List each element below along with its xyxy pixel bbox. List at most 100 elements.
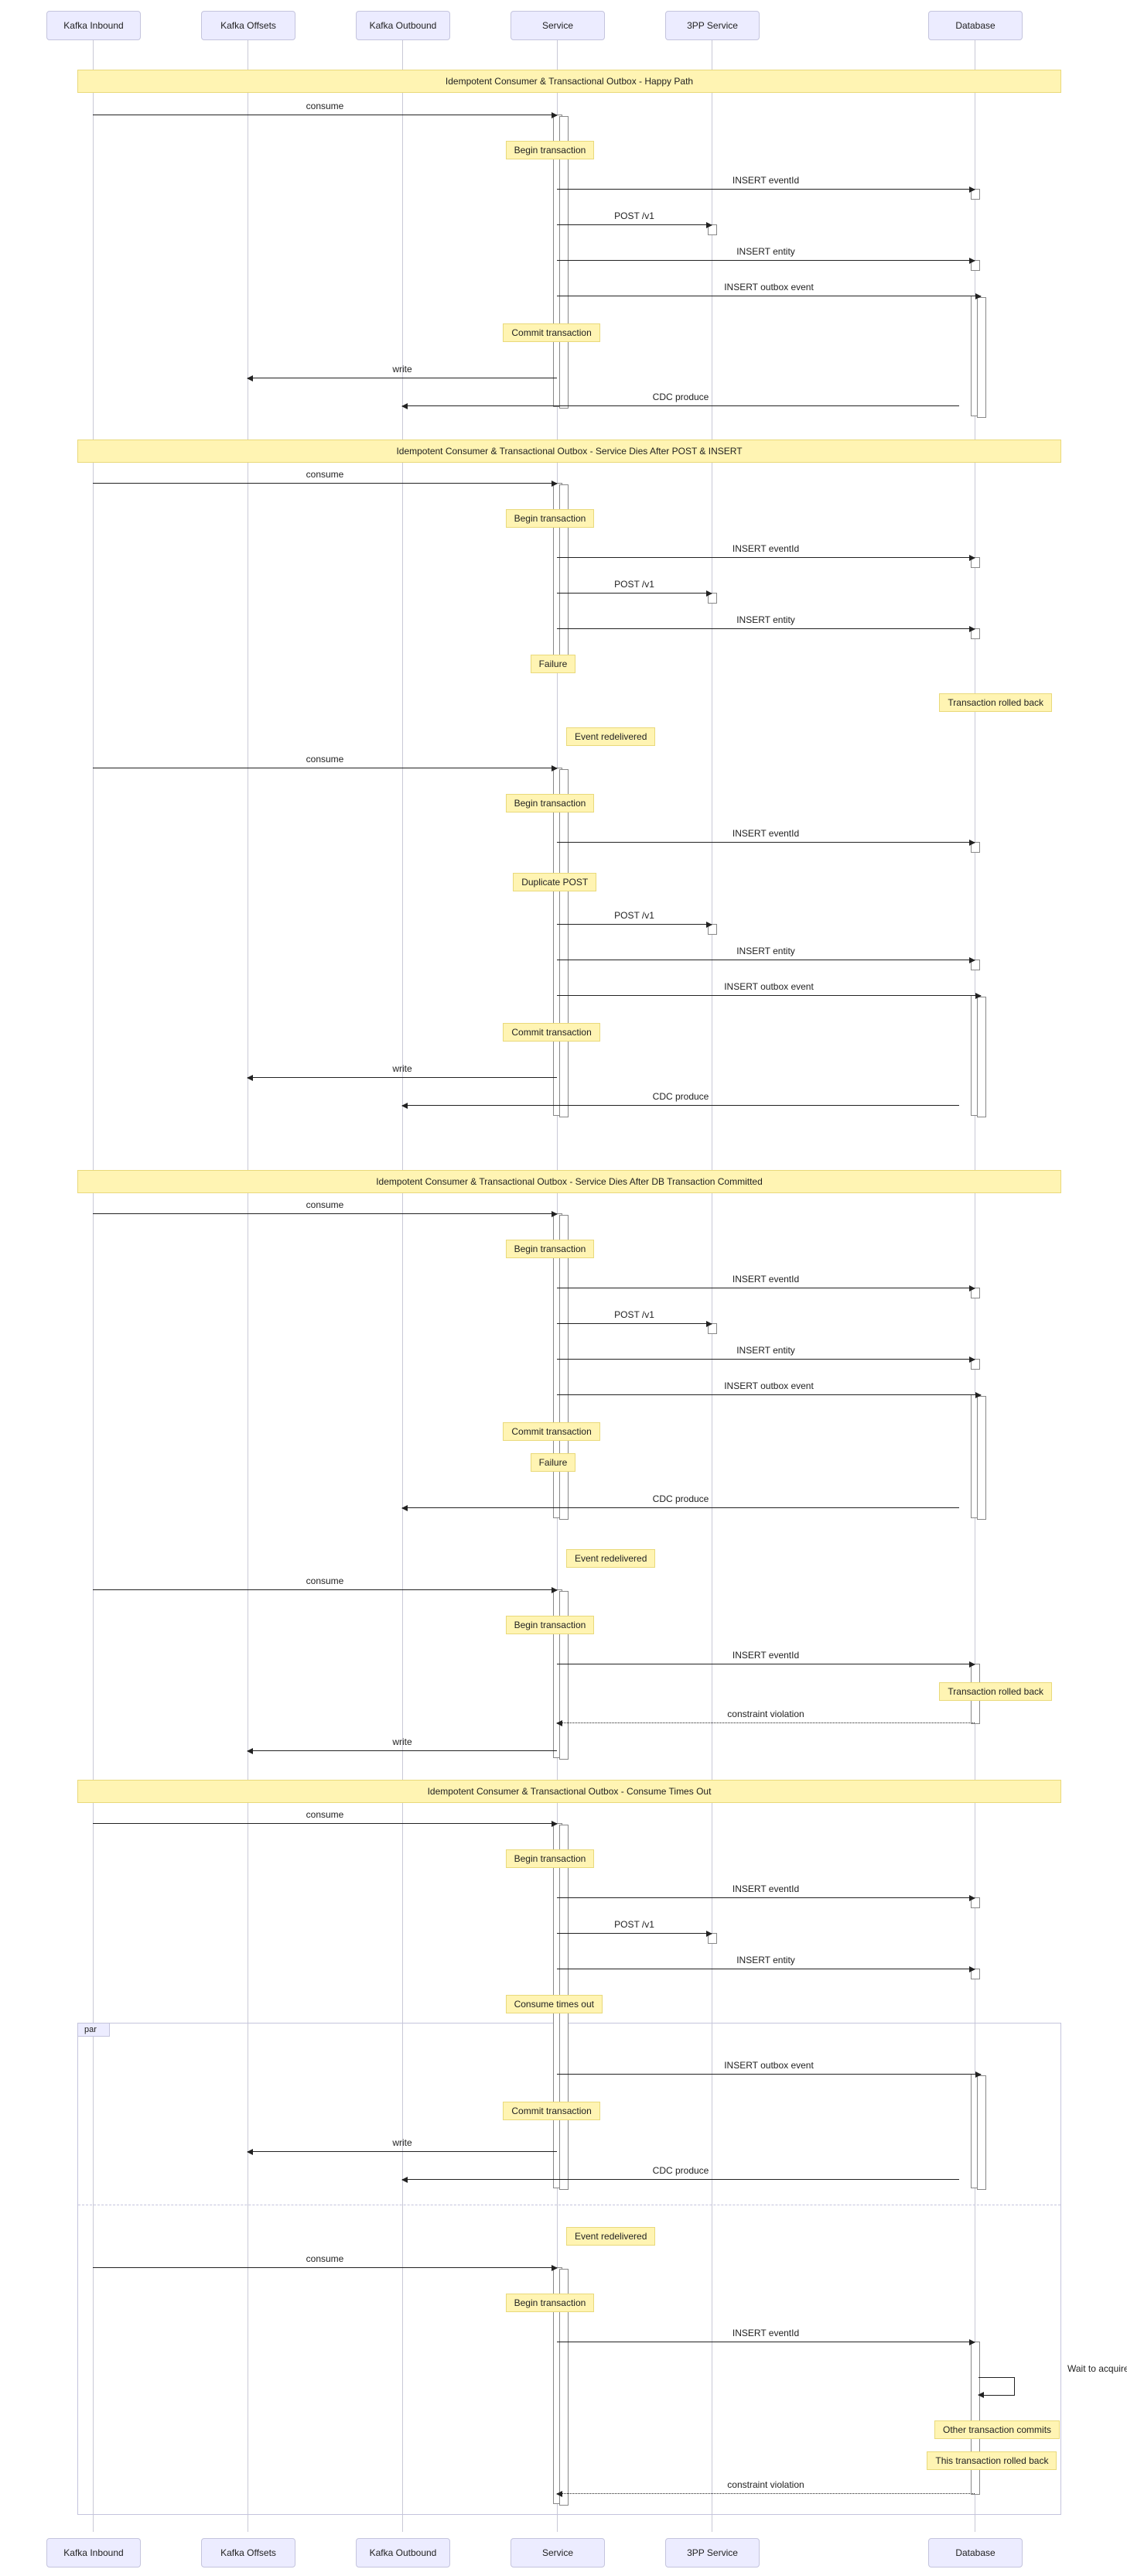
message-arrow-10 [557,628,975,629]
actor-top-db: Database [928,11,1023,40]
message-label-24: consume [306,1575,344,1586]
message-label-34: CDC produce [653,2165,709,2176]
note-15: Begin transaction [506,1849,595,1868]
group-header-0: Idempotent Consumer & Transactional Outb… [77,70,1061,93]
message-arrow-33 [248,2151,557,2152]
message-label-26: constraint violation [727,1709,804,1719]
note-14: Transaction rolled back [939,1682,1052,1701]
message-label-8: INSERT eventId [733,543,799,554]
message-arrow-3 [557,260,975,261]
message-label-3: INSERT entity [736,246,795,257]
message-arrow-12 [557,842,975,843]
message-arrow-34 [402,2179,959,2180]
message-label-37: constraint violation [727,2479,804,2490]
note-6: Begin transaction [506,794,595,812]
message-label-23: CDC produce [653,1493,709,1504]
message-arrow-27 [248,1750,557,1751]
actor-bottom-service: Service [511,2538,605,2567]
message-arrow-17 [402,1105,959,1106]
message-label-2: POST /v1 [614,210,654,221]
self-message-0 [978,2377,1015,2396]
actor-top-tpp: 3PP Service [665,11,760,40]
message-label-33: write [392,2137,412,2148]
actor-bottom-inbound: Kafka Inbound [46,2538,141,2567]
note-18: Event redelivered [566,2227,655,2246]
note-9: Begin transaction [506,1240,595,1258]
message-arrow-15 [557,995,981,996]
note-3: Failure [531,655,576,673]
message-label-31: INSERT entity [736,1955,795,1965]
activation-1 [559,116,569,409]
message-arrow-2 [557,224,712,225]
message-arrow-21 [557,1359,975,1360]
group-header-1: Idempotent Consumer & Transactional Outb… [77,440,1061,463]
note-2: Begin transaction [506,509,595,528]
message-label-15: INSERT outbox event [724,981,814,992]
message-label-32: INSERT outbox event [724,2060,814,2071]
note-7: Duplicate POST [513,873,596,891]
message-arrow-7 [93,483,557,484]
actor-bottom-db: Database [928,2538,1023,2567]
actor-bottom-offsets: Kafka Offsets [201,2538,295,2567]
message-arrow-20 [557,1323,712,1324]
message-label-11: consume [306,754,344,765]
message-label-10: INSERT entity [736,614,795,625]
message-label-30: POST /v1 [614,1919,654,1930]
message-arrow-13 [557,924,712,925]
note-16: Consume times out [506,1995,603,2013]
activation-35 [977,2075,986,2190]
message-label-36: INSERT eventId [733,2328,799,2338]
actor-bottom-outbound: Kafka Outbound [356,2538,450,2567]
message-label-14: INSERT entity [736,946,795,956]
message-arrow-16 [248,1077,557,1078]
message-arrow-23 [402,1507,959,1508]
message-label-6: CDC produce [653,392,709,402]
message-label-9: POST /v1 [614,579,654,590]
message-arrow-29 [557,1897,975,1898]
note-4: Transaction rolled back [939,693,1052,712]
message-arrow-32 [557,2074,981,2075]
group-header-3: Idempotent Consumer & Transactional Outb… [77,1780,1061,1803]
message-label-21: INSERT entity [736,1345,795,1356]
note-8: Commit transaction [503,1023,599,1042]
message-label-4: INSERT outbox event [724,282,814,292]
activation-18 [977,997,986,1117]
message-label-28: consume [306,1809,344,1820]
activation-6 [977,297,986,418]
actor-bottom-tpp: 3PP Service [665,2538,760,2567]
note-19: Begin transaction [506,2294,595,2312]
message-arrow-1 [557,189,975,190]
note-12: Event redelivered [566,1549,655,1568]
message-label-25: INSERT eventId [733,1650,799,1661]
activation-38 [971,2342,980,2495]
note-11: Failure [531,1453,576,1472]
group-header-2: Idempotent Consumer & Transactional Outb… [77,1170,1061,1193]
message-label-35: consume [306,2253,344,2264]
message-arrow-26 [557,1722,975,1723]
message-label-19: INSERT eventId [733,1274,799,1285]
message-label-13: POST /v1 [614,910,654,921]
actor-top-offsets: Kafka Offsets [201,11,295,40]
message-arrow-6 [402,405,959,406]
message-label-27: write [392,1736,412,1747]
message-label-29: INSERT eventId [733,1883,799,1894]
message-label-18: consume [306,1199,344,1210]
message-label-12: INSERT eventId [733,828,799,839]
message-arrow-22 [557,1394,981,1395]
activation-20 [559,1215,569,1520]
message-label-17: CDC produce [653,1091,709,1102]
note-17: Commit transaction [503,2102,599,2120]
message-arrow-37 [557,2493,975,2494]
message-arrow-18 [93,1213,557,1214]
note-5: Event redelivered [566,727,655,746]
message-label-20: POST /v1 [614,1309,654,1320]
par-label: par [78,2024,110,2037]
sequence-diagram: Kafka Inbound Kafka Offsets Kafka Outbound… [0,0,1127,2576]
par-box: par [77,2023,1061,2515]
message-arrow-8 [557,557,975,558]
note-20: Other transaction commits [934,2420,1060,2439]
activation-13 [559,769,569,1117]
note-21: This transaction rolled back [927,2451,1057,2470]
actor-top-outbound: Kafka Outbound [356,11,450,40]
actor-top-inbound: Kafka Inbound [46,11,141,40]
